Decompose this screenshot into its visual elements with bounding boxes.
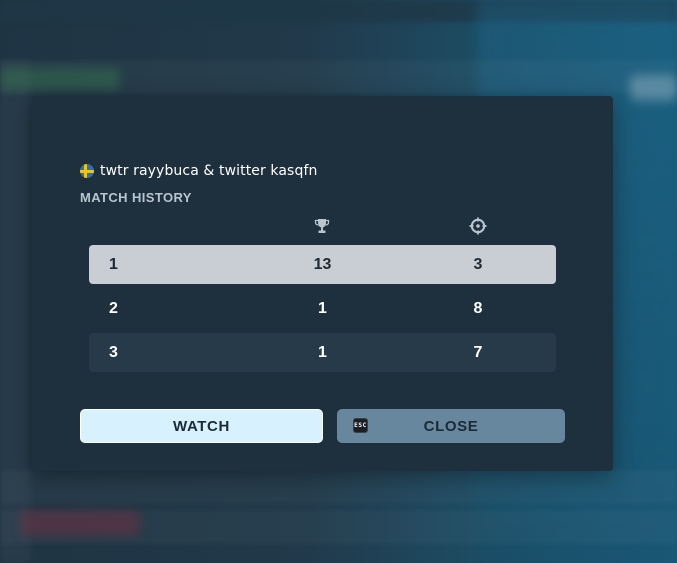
close-button-label: CLOSE: [423, 417, 479, 435]
match-row-selected[interactable]: 1 13 3: [89, 245, 556, 284]
match-eliminations: 8: [473, 300, 483, 317]
player-name: twtr rayybuca & twitter kasqfn: [100, 163, 318, 179]
background-blur-item: [0, 68, 120, 90]
player-header: twtr rayybuca & twitter kasqfn: [80, 163, 317, 179]
match-row[interactable]: 2 1 8: [89, 289, 556, 328]
background-blur-item: [630, 75, 677, 101]
match-history-dialog: twtr rayybuca & twitter kasqfn MATCH HIS…: [32, 96, 613, 471]
crosshair-icon: [468, 217, 488, 235]
section-title: MATCH HISTORY: [80, 190, 192, 205]
watch-button[interactable]: WATCH: [80, 409, 323, 443]
background-blur-item: [20, 510, 140, 536]
match-eliminations: 3: [473, 256, 483, 273]
sweden-flag-icon: [80, 164, 94, 178]
background-row: [0, 470, 677, 504]
match-eliminations: 7: [473, 344, 483, 361]
match-row[interactable]: 3 1 7: [89, 333, 556, 372]
trophy-icon: [312, 217, 332, 235]
esc-key-icon: ESC: [353, 418, 368, 433]
close-button[interactable]: ESC CLOSE: [337, 409, 565, 443]
